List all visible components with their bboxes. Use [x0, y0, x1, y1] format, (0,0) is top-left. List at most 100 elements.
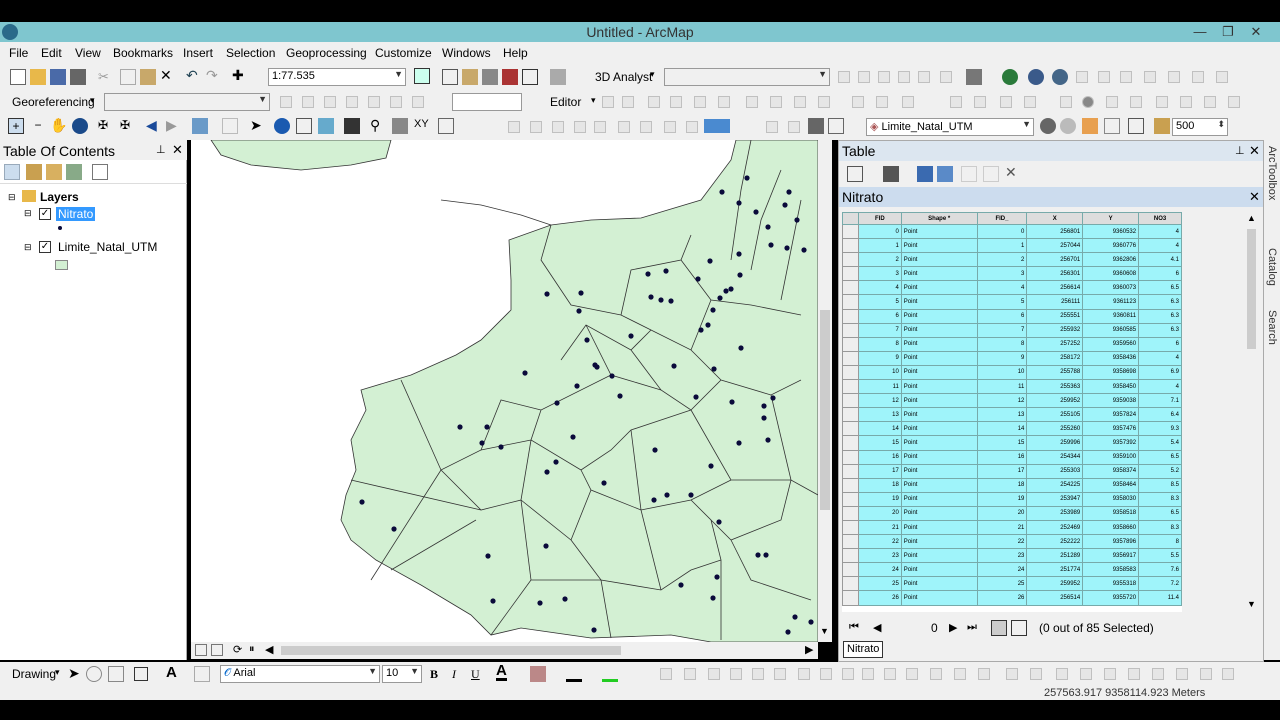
map-point[interactable] — [490, 598, 496, 604]
map-point[interactable] — [728, 286, 734, 292]
table-of-contents-icon[interactable] — [442, 69, 458, 85]
cell-no3[interactable]: 5.2 — [1138, 463, 1182, 479]
row-selector[interactable] — [842, 252, 859, 268]
cell-fid-[interactable]: 1 — [976, 238, 1028, 254]
cell-shape[interactable]: Point — [900, 322, 978, 338]
georef-tool-icon[interactable] — [346, 96, 358, 108]
table-row[interactable]: 1 Point 1 257044 9360776 4 — [842, 238, 1182, 254]
font-color-icon[interactable]: A — [496, 663, 507, 681]
cell-fid[interactable]: 0 — [857, 223, 902, 240]
chevron-down-icon[interactable]: ▾ — [650, 69, 655, 80]
map-point[interactable] — [761, 403, 767, 409]
drawing-tool-icon[interactable] — [1176, 668, 1188, 680]
map-point[interactable] — [668, 298, 674, 304]
layout-view-icon[interactable] — [211, 644, 223, 656]
cell-y[interactable]: 9358698 — [1082, 364, 1140, 381]
layout-tool-icon[interactable] — [530, 121, 542, 133]
cell-fid[interactable]: 12 — [857, 393, 902, 409]
table-row[interactable]: 4 Point 4 256614 9360073 6.5 — [842, 280, 1182, 296]
menu-view[interactable]: View — [75, 46, 101, 60]
row-selector[interactable] — [842, 364, 859, 381]
layout-tool-icon[interactable] — [552, 121, 564, 133]
map-point[interactable] — [522, 370, 528, 376]
table-row[interactable]: 5 Point 5 256111 9361123 6.3 — [842, 294, 1182, 310]
table-row[interactable]: 7 Point 7 255932 9360585 6.3 — [842, 322, 1182, 338]
map-point[interactable] — [617, 393, 623, 399]
cell-no3[interactable]: 4 — [1138, 223, 1182, 240]
cell-shape[interactable]: Point — [900, 364, 978, 381]
menu-edit[interactable]: Edit — [41, 46, 62, 60]
map-point[interactable] — [648, 294, 654, 300]
catalog-tab[interactable]: Catalog — [1266, 248, 1278, 286]
map-point[interactable] — [671, 363, 677, 369]
cell-x[interactable]: 253947 — [1026, 491, 1084, 507]
polygon-symbol-icon[interactable] — [55, 260, 68, 270]
map-point[interactable] — [801, 247, 807, 253]
cell-x[interactable]: 255551 — [1026, 308, 1084, 324]
cell-fid-[interactable]: 23 — [976, 548, 1028, 564]
cell-shape[interactable]: Point — [900, 280, 978, 296]
cell-no3[interactable]: 8.3 — [1138, 491, 1182, 507]
row-selector[interactable] — [842, 238, 859, 254]
row-selector[interactable] — [842, 379, 859, 395]
menu-customize[interactable]: Customize — [375, 46, 432, 60]
edit-tool-icon[interactable] — [648, 96, 660, 108]
cell-shape[interactable]: Point — [900, 393, 978, 409]
cell-fid-[interactable]: 3 — [976, 266, 1028, 282]
python-window-icon[interactable] — [522, 69, 538, 85]
edit-tool-icon[interactable] — [770, 96, 782, 108]
cell-x[interactable]: 255932 — [1026, 322, 1084, 338]
table-row[interactable]: 3 Point 3 256301 9360608 6 — [842, 266, 1182, 282]
scrollbar-thumb[interactable] — [820, 310, 830, 510]
cell-y[interactable]: 9360608 — [1082, 266, 1140, 282]
map-point[interactable] — [391, 526, 397, 532]
edit-tool-icon[interactable] — [602, 96, 614, 108]
cell-fid-[interactable]: 25 — [976, 576, 1028, 592]
editor-menu[interactable]: Editor — [550, 95, 581, 109]
map-point[interactable] — [457, 424, 463, 430]
column-header-shape[interactable]: Shape * — [900, 212, 978, 225]
row-selector[interactable] — [842, 393, 859, 409]
table-row[interactable]: 16 Point 16 254344 9359100 6.5 — [842, 449, 1182, 465]
cell-fid[interactable]: 15 — [857, 435, 902, 451]
georeferencing-label[interactable]: Georeferencing — [12, 95, 95, 109]
arcglobe-icon[interactable] — [1052, 69, 1068, 85]
line-color-icon[interactable] — [566, 666, 582, 682]
cell-y[interactable]: 9358464 — [1082, 477, 1140, 493]
cell-no3[interactable]: 6.4 — [1138, 407, 1182, 423]
cell-x[interactable]: 259996 — [1026, 435, 1084, 451]
row-selector[interactable] — [842, 350, 859, 366]
cell-shape[interactable]: Point — [900, 336, 978, 352]
zoom-whole-page-icon[interactable] — [108, 666, 124, 682]
map-point[interactable] — [729, 399, 735, 405]
cell-fid[interactable]: 2 — [857, 252, 902, 268]
map-point[interactable] — [693, 394, 699, 400]
drawing-menu[interactable]: Drawing — [12, 667, 56, 681]
cell-no3[interactable]: 11.4 — [1138, 590, 1182, 606]
map-point[interactable] — [543, 543, 549, 549]
cell-fid-[interactable]: 4 — [976, 280, 1028, 296]
layout-tool-icon[interactable] — [594, 121, 606, 133]
map-point[interactable] — [737, 272, 743, 278]
map-point[interactable] — [601, 480, 607, 486]
cell-x[interactable]: 256301 — [1026, 266, 1084, 282]
fixed-zoom-in-icon[interactable]: ✠ — [98, 118, 114, 134]
drawing-tool-icon[interactable] — [862, 668, 874, 680]
cell-x[interactable]: 257252 — [1026, 336, 1084, 352]
table-row[interactable]: 23 Point 23 251289 9356917 5.5 — [842, 548, 1182, 564]
cell-no3[interactable]: 6.9 — [1138, 364, 1182, 381]
pause-drawing-icon[interactable]: ⏸ — [249, 643, 255, 656]
find-icon[interactable]: ⚲ — [370, 117, 386, 133]
menu-geoprocessing[interactable]: Geoprocessing — [286, 46, 367, 60]
drawing-tool-icon[interactable] — [1104, 668, 1116, 680]
next-record-icon[interactable]: ▶ — [949, 621, 957, 634]
cell-no3[interactable]: 8.3 — [1138, 519, 1182, 536]
cell-shape[interactable]: Point — [900, 379, 978, 395]
cell-y[interactable]: 9360776 — [1082, 238, 1140, 254]
map-point[interactable] — [537, 600, 543, 606]
cell-x[interactable]: 253989 — [1026, 505, 1084, 521]
cell-fid[interactable]: 8 — [857, 336, 902, 352]
3d-tool-icon[interactable] — [940, 71, 952, 83]
map-point[interactable] — [651, 497, 657, 503]
cell-x[interactable]: 255105 — [1026, 407, 1084, 423]
